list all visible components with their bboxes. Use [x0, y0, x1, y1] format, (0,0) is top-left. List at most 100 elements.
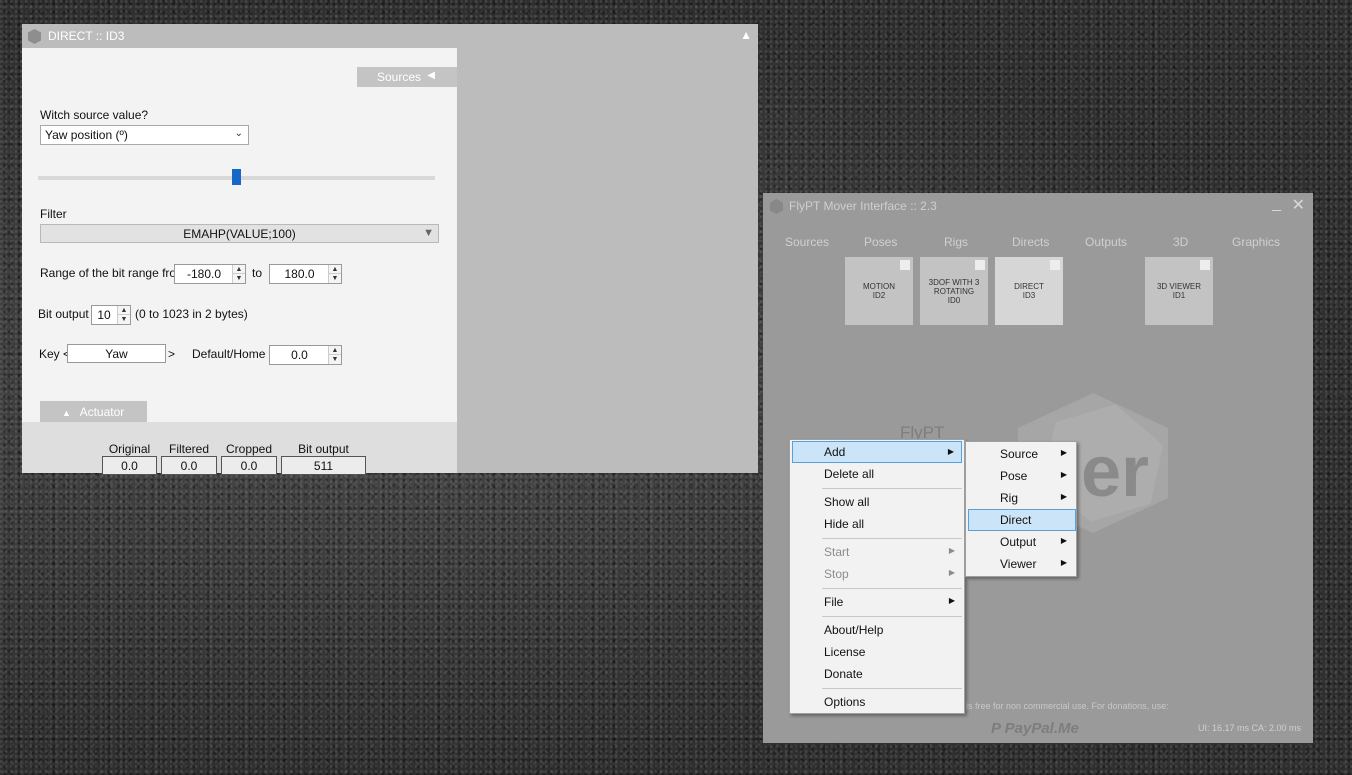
range-from-stepper[interactable]: -180.0 ▲ ▼: [174, 264, 246, 284]
tab-sources[interactable]: Sources: [785, 235, 829, 249]
bit-output-stepper[interactable]: 10 ▲ ▼: [91, 305, 131, 325]
submenu-arrow-icon: ▶: [948, 568, 955, 577]
stepper-down-icon[interactable]: ▼: [329, 274, 341, 283]
module-checkbox[interactable]: [975, 260, 985, 270]
default-home-label: Default/Home: [192, 347, 266, 361]
menu-separator: [822, 688, 962, 689]
mover-logo-text: er: [1081, 432, 1150, 512]
range-to-label: to: [252, 266, 263, 280]
default-home-stepper[interactable]: 0.0 ▲ ▼: [269, 345, 342, 365]
tab-outputs[interactable]: Outputs: [1085, 235, 1127, 249]
submenu-item-rig[interactable]: Rig ▶: [968, 487, 1074, 509]
default-home-value: 0.0: [291, 348, 308, 362]
key-input[interactable]: Yaw: [67, 344, 166, 363]
original-label: Original: [108, 442, 151, 456]
submenu-arrow-icon: ▶: [1060, 536, 1067, 545]
paypal-icon: P: [991, 720, 1005, 737]
paypal-link[interactable]: P PayPal.Me: [991, 720, 1079, 737]
stepper-up-icon[interactable]: ▲: [118, 306, 130, 315]
module-checkbox[interactable]: [1050, 260, 1060, 270]
filter-select[interactable]: EMAHP(VALUE;100) ▼: [40, 224, 439, 243]
filtered-value: 0.0: [161, 456, 217, 475]
menu-item-label: Viewer: [1000, 557, 1037, 571]
module-checkbox[interactable]: [900, 260, 910, 270]
submenu-item-pose[interactable]: Pose ▶: [968, 465, 1074, 487]
module-id: ID1: [1172, 291, 1186, 300]
actuator-outputs: Original 0.0 Filtered 0.0 Cropped 0.0 Bi…: [22, 422, 457, 475]
stepper-down-icon[interactable]: ▼: [118, 315, 130, 324]
module-name: MOTION: [863, 282, 895, 291]
submenu-arrow-icon: ▶: [1060, 448, 1067, 457]
stepper-up-icon[interactable]: ▲: [329, 346, 341, 355]
tab-graphics[interactable]: Graphics: [1232, 235, 1280, 249]
tab-poses[interactable]: Poses: [864, 235, 897, 249]
minimize-icon[interactable]: _: [1272, 195, 1281, 213]
submenu-arrow-icon: ▶: [1060, 492, 1067, 501]
direct-titlebar[interactable]: DIRECT :: ID3 ▲: [22, 24, 758, 48]
default-home-buttons: ▲ ▼: [328, 346, 341, 364]
submenu-item-direct[interactable]: Direct: [968, 509, 1076, 531]
collapse-icon[interactable]: ▲: [740, 28, 752, 42]
stepper-up-icon[interactable]: ▲: [233, 265, 245, 274]
filter-label: Filter: [40, 207, 67, 221]
direct-settings-panel: Sources ◀ Witch source value? Yaw positi…: [22, 48, 457, 475]
menu-item-show-all[interactable]: Show all: [792, 491, 962, 513]
menu-item-delete-all[interactable]: Delete all: [792, 463, 962, 485]
module-card-direct[interactable]: DIRECT ID3: [995, 257, 1063, 325]
paypal-label: PayPal.Me: [1004, 720, 1079, 737]
tab-3d[interactable]: 3D: [1173, 235, 1188, 249]
module-card-3dof[interactable]: 3DOF WITH 3 ROTATING ID0: [920, 257, 988, 325]
timing-status: UI: 16.17 ms CA: 2.00 ms: [1197, 723, 1301, 733]
source-select-value: Yaw position (º): [45, 128, 128, 142]
menu-item-label: Output: [1000, 535, 1037, 549]
menu-separator: [822, 488, 962, 489]
license-footer: is free for non commercial use. For dona…: [966, 701, 1169, 711]
menu-item-label: Source: [1000, 447, 1039, 461]
menu-item-label: Direct: [1000, 513, 1032, 527]
source-select[interactable]: Yaw position (º) ⌄: [40, 125, 249, 145]
menu-item-hide-all[interactable]: Hide all: [792, 513, 962, 535]
menu-item-about-help[interactable]: About/Help: [792, 619, 962, 641]
close-icon[interactable]: ✕: [1292, 195, 1305, 215]
submenu-arrow-icon: ▶: [947, 447, 954, 456]
direct-window-title: DIRECT :: ID3: [48, 29, 125, 43]
menu-item-add[interactable]: Add ▶: [792, 441, 962, 463]
tab-rigs[interactable]: Rigs: [944, 235, 968, 249]
app-logo-icon: [770, 199, 783, 214]
submenu-item-output[interactable]: Output ▶: [968, 531, 1074, 553]
bit-output-note: (0 to 1023 in 2 bytes): [135, 307, 248, 321]
module-name: DIRECT: [1014, 282, 1044, 291]
menu-separator: [822, 538, 962, 539]
module-card-motion[interactable]: MOTION ID2: [845, 257, 913, 325]
tab-directs[interactable]: Directs: [1012, 235, 1049, 249]
menu-item-label: Donate: [824, 667, 863, 681]
sources-tab-label: Sources: [377, 70, 422, 84]
filter-select-value: EMAHP(VALUE;100): [183, 227, 296, 241]
menu-item-label: Add: [824, 445, 846, 459]
menu-item-options[interactable]: Options: [792, 691, 962, 713]
bit-output-result-label: Bit output: [298, 442, 349, 456]
menu-item-license[interactable]: License: [792, 641, 962, 663]
stepper-up-icon[interactable]: ▲: [329, 265, 341, 274]
stepper-down-icon[interactable]: ▼: [329, 355, 341, 364]
range-to-buttons: ▲ ▼: [328, 265, 341, 283]
submenu-item-viewer[interactable]: Viewer ▶: [968, 553, 1074, 575]
original-value: 0.0: [102, 456, 157, 475]
stepper-down-icon[interactable]: ▼: [233, 274, 245, 283]
sources-tab[interactable]: Sources ◀: [357, 67, 457, 87]
module-card-3d-viewer[interactable]: 3D VIEWER ID1: [1145, 257, 1213, 325]
menu-item-label: Rig: [1000, 491, 1019, 505]
triangle-down-icon: ▼: [423, 227, 434, 239]
context-menu: Add ▶ Delete all Show all Hide all Start…: [789, 439, 965, 714]
menu-item-label: Options: [824, 695, 866, 709]
module-checkbox[interactable]: [1200, 260, 1210, 270]
flypt-window-title: FlyPT Mover Interface :: 2.3: [789, 199, 937, 213]
filtered-label: Filtered: [168, 442, 209, 456]
source-slider-thumb[interactable]: [232, 169, 241, 185]
menu-item-donate[interactable]: Donate: [792, 663, 962, 685]
menu-item-file[interactable]: File ▶: [792, 591, 962, 613]
submenu-item-source[interactable]: Source ▶: [968, 443, 1074, 465]
actuator-tab[interactable]: ▲ Actuator: [40, 401, 147, 422]
app-logo-icon: [28, 29, 41, 44]
range-to-stepper[interactable]: 180.0 ▲ ▼: [269, 264, 342, 284]
